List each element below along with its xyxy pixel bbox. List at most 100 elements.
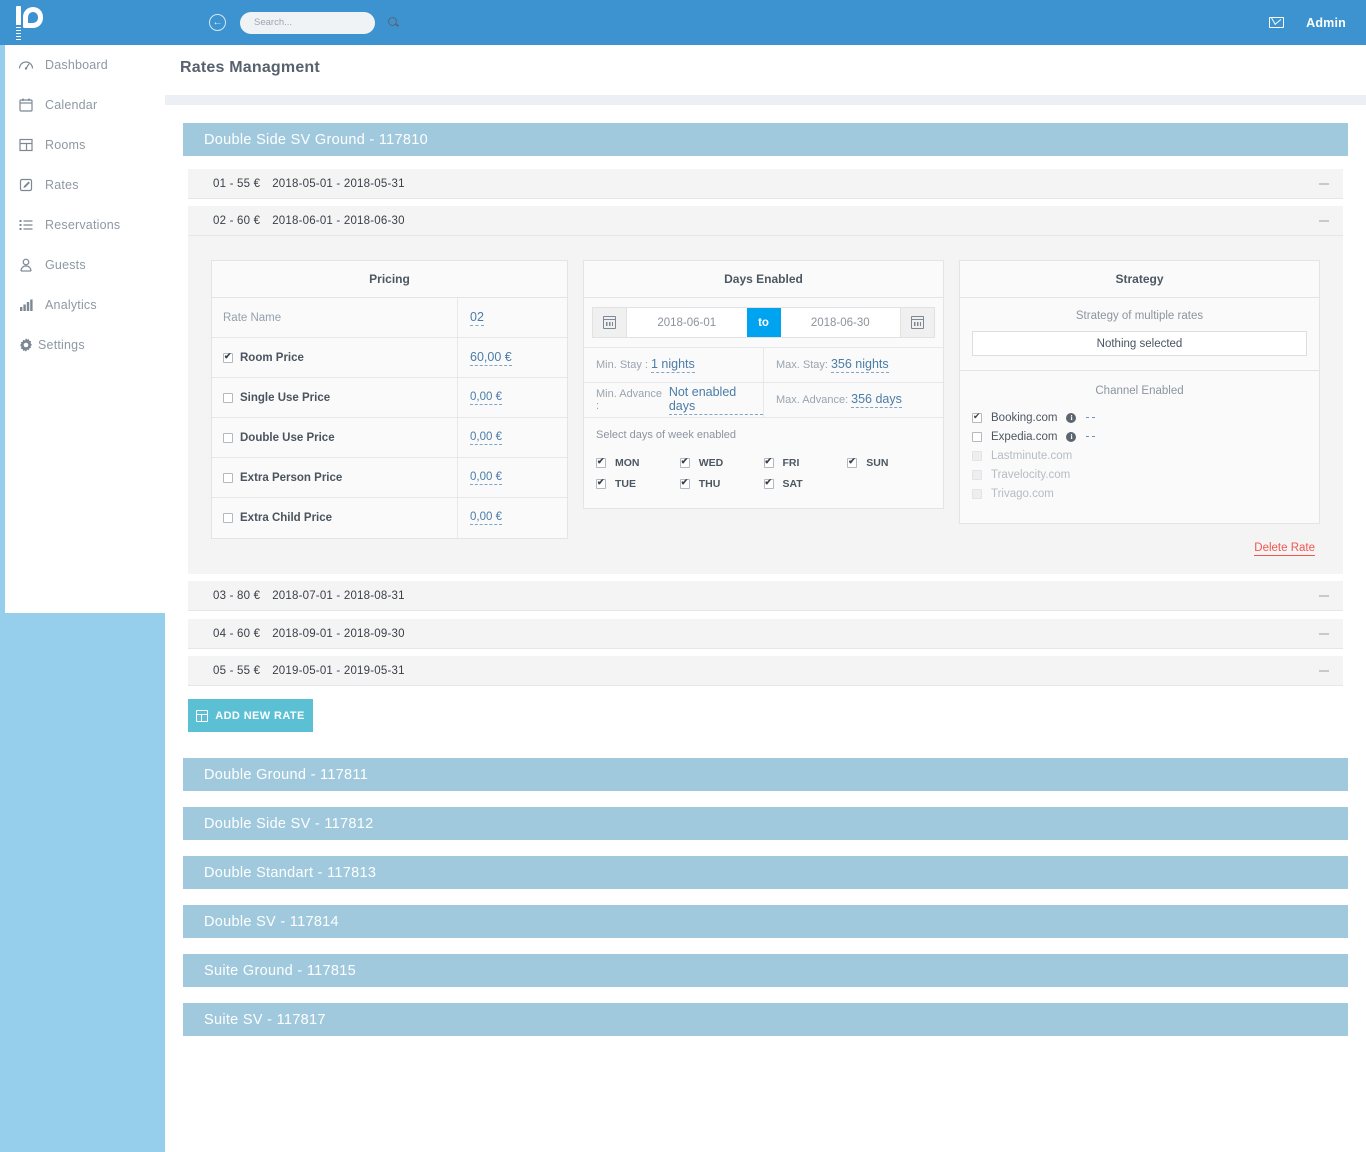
room-price-value[interactable]: 60,00 € (470, 350, 512, 366)
channel-checkbox-expedia[interactable] (972, 431, 982, 442)
collapse-minus-icon[interactable] (1319, 219, 1329, 222)
room-header-label: Double SV - 117814 (204, 913, 339, 930)
channel-item-expedia[interactable]: Expedia.com i (960, 427, 1319, 446)
days-of-week-grid: MON TUE (596, 452, 931, 494)
mail-icon[interactable] (1269, 17, 1285, 28)
calendar-icon (17, 97, 34, 114)
rate-row[interactable]: 03 - 80 € 2018-07-01 - 2018-08-31 (188, 581, 1343, 611)
strategy-multi-section: Strategy of multiple rates Nothing selec… (960, 298, 1319, 371)
strategy-multi-select[interactable]: Nothing selected (972, 331, 1307, 356)
channel-item-lastminute: Lastminute.com (960, 446, 1319, 465)
date-to-input[interactable]: 2018-06-30 (780, 308, 900, 337)
rooms-icon (17, 137, 34, 154)
extra-child-price-value[interactable]: 0,00 € (470, 511, 502, 525)
channel-item-travelocity: Travelocity.com (960, 465, 1319, 484)
rate-list: 01 - 55 € 2018-05-01 - 2018-05-31 02 - 6… (165, 169, 1366, 732)
strategy-column: Strategy Strategy of multiple rates Noth… (959, 260, 1320, 556)
days-of-week-title: Select days of week enabled (596, 429, 737, 441)
dow-checkbox-tue[interactable] (596, 477, 606, 489)
days-enabled-panel: Days Enabled 2018-06-01 to 2018-06-30 Mi… (583, 260, 944, 509)
dow-checkbox-wed[interactable] (679, 456, 690, 468)
rate-row[interactable]: 01 - 55 € 2018-05-01 - 2018-05-31 (188, 169, 1343, 199)
sidebar-item-guests[interactable]: Guests (5, 245, 165, 285)
dow-checkbox-sun[interactable] (847, 456, 858, 468)
sidebar-item-label: Dashboard (45, 58, 108, 72)
room-header-suite-ground[interactable]: Suite Ground - 117815 (183, 954, 1348, 987)
pricing-row-room-price: Room Price 60,00 € (212, 338, 567, 378)
extra-child-price-checkbox[interactable] (223, 513, 233, 523)
room-header-double-standart[interactable]: Double Standart - 117813 (183, 856, 1348, 889)
max-advance-cell: Max. Advance: 356 days (764, 383, 943, 417)
dow-item-thu[interactable]: THU (679, 473, 764, 494)
room-header-double-ground[interactable]: Double Ground - 117811 (183, 758, 1348, 791)
app-logo[interactable] (0, 0, 165, 45)
dow-checkbox-sat[interactable] (763, 477, 774, 489)
collapse-minus-icon[interactable] (1319, 632, 1329, 635)
dow-item-wed[interactable]: WED (679, 452, 764, 473)
sidebar-nav: Dashboard Calendar Rooms Rates Reservati (5, 45, 165, 365)
dow-item-tue[interactable]: TUE (596, 473, 680, 494)
dow-item-sun[interactable]: SUN (847, 452, 931, 473)
sidebar-item-settings[interactable]: Settings (5, 325, 165, 365)
user-menu-label[interactable]: Admin (1306, 16, 1346, 30)
collapse-minus-icon[interactable] (1319, 182, 1329, 185)
pricing-row-label: Room Price (212, 338, 458, 377)
days-enabled-panel-title: Days Enabled (584, 261, 943, 298)
sidebar-item-calendar[interactable]: Calendar (5, 85, 165, 125)
pricing-row-text: Single Use Price (240, 391, 331, 404)
room-header-suite-sv[interactable]: Suite SV - 117817 (183, 1003, 1348, 1036)
sidebar-item-analytics[interactable]: Analytics (5, 285, 165, 325)
rate-code: 01 - 55 € (213, 177, 261, 190)
add-new-rate-button[interactable]: ADD NEW RATE (188, 699, 313, 732)
collapse-minus-icon[interactable] (1319, 594, 1329, 597)
channel-item-booking[interactable]: Booking.com i (960, 408, 1319, 427)
min-stay-value[interactable]: 1 nights (650, 357, 695, 373)
sidebar-item-rates[interactable]: Rates (5, 165, 165, 205)
double-use-price-value[interactable]: 0,00 € (470, 431, 502, 445)
search-icon[interactable] (388, 17, 399, 28)
room-header-expanded[interactable]: Double Side SV Ground - 117810 (183, 123, 1348, 156)
calendar-from-button[interactable] (593, 308, 627, 337)
sidebar-item-rooms[interactable]: Rooms (5, 125, 165, 165)
dow-checkbox-fri[interactable] (763, 456, 774, 468)
channel-checkbox-booking[interactable] (972, 411, 982, 423)
room-header-double-side-sv[interactable]: Double Side SV - 117812 (183, 807, 1348, 840)
rate-name-value[interactable]: 02 (470, 310, 484, 326)
dow-label: SAT (782, 477, 803, 490)
extra-person-price-checkbox[interactable] (223, 472, 233, 483)
dow-checkbox-thu[interactable] (679, 477, 690, 489)
info-icon[interactable]: i (1066, 412, 1077, 423)
calendar-to-button[interactable] (900, 308, 934, 337)
extra-person-price-value[interactable]: 0,00 € (470, 471, 502, 485)
single-use-price-checkbox[interactable] (223, 392, 233, 403)
min-advance-value[interactable]: Not enabled days (668, 385, 763, 415)
search-box[interactable] (240, 11, 397, 34)
single-use-price-value[interactable]: 0,00 € (470, 391, 502, 405)
dow-item-mon[interactable]: MON (596, 452, 680, 473)
sidebar-item-label: Rooms (45, 138, 86, 152)
channel-checkbox-lastminute (972, 450, 982, 461)
rate-dates: 2018-09-01 - 2018-09-30 (272, 627, 405, 640)
room-price-checkbox[interactable] (223, 351, 233, 363)
date-from-input[interactable]: 2018-06-01 (627, 308, 747, 337)
search-input[interactable] (252, 16, 388, 29)
calendar-icon (602, 316, 616, 329)
max-advance-value[interactable]: 356 days (851, 392, 902, 408)
rate-code: 02 - 60 € (213, 214, 261, 227)
dow-checkbox-mon[interactable] (596, 456, 606, 468)
channel-label: Travelocity.com (991, 468, 1071, 481)
double-use-price-checkbox[interactable] (223, 432, 233, 443)
sidebar-item-dashboard[interactable]: Dashboard (5, 45, 165, 85)
dow-item-sat[interactable]: SAT (763, 473, 848, 494)
room-header-double-sv[interactable]: Double SV - 117814 (183, 905, 1348, 938)
collapse-minus-icon[interactable] (1319, 669, 1329, 672)
delete-rate-link[interactable]: Delete Rate (1254, 542, 1315, 556)
info-icon[interactable]: i (1066, 431, 1077, 442)
rate-row[interactable]: 02 - 60 € 2018-06-01 - 2018-06-30 (188, 206, 1343, 236)
max-stay-value[interactable]: 356 nights (830, 357, 889, 373)
back-arrow-icon[interactable]: ← (209, 14, 226, 31)
sidebar-item-reservations[interactable]: Reservations (5, 205, 165, 245)
rate-row[interactable]: 04 - 60 € 2018-09-01 - 2018-09-30 (188, 619, 1343, 649)
rate-row[interactable]: 05 - 55 € 2019-05-01 - 2019-05-31 (188, 656, 1343, 686)
dow-item-fri[interactable]: FRI (763, 452, 848, 473)
